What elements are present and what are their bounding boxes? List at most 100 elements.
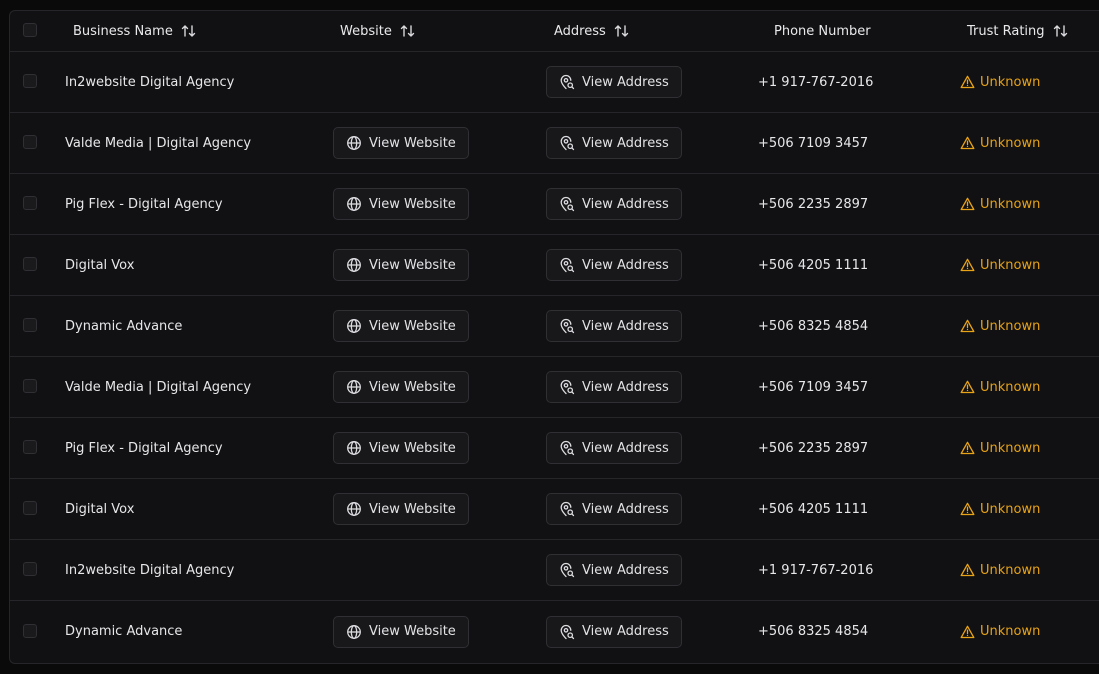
view-website-button[interactable]: View Website xyxy=(333,188,469,220)
row-checkbox[interactable] xyxy=(23,74,37,88)
sort-arrows-icon[interactable] xyxy=(400,24,416,38)
view-website-label: View Website xyxy=(369,379,456,395)
view-website-button[interactable]: View Website xyxy=(333,371,469,403)
row-checkbox[interactable] xyxy=(23,623,37,638)
phone-cell: +506 7109 3457 xyxy=(758,113,868,173)
trust-rating-label: Unknown xyxy=(980,135,1041,151)
map-pin-search-icon xyxy=(559,440,575,456)
business-name-cell: Valde Media | Digital Agency xyxy=(65,113,251,173)
business-name-cell: In2website Digital Agency xyxy=(65,540,234,600)
view-address-button[interactable]: View Address xyxy=(546,493,682,525)
trust-rating-cell: Unknown xyxy=(960,113,1040,173)
trust-rating-cell: Unknown xyxy=(960,52,1040,112)
business-name: Valde Media | Digital Agency xyxy=(65,379,252,395)
row-checkbox[interactable] xyxy=(23,562,37,576)
column-header-website[interactable]: Website xyxy=(340,11,416,51)
view-address-button[interactable]: View Address xyxy=(546,310,682,342)
view-address-label: View Address xyxy=(582,196,669,212)
trust-rating-badge: Unknown xyxy=(960,258,1040,273)
globe-icon xyxy=(346,257,362,273)
row-checkbox[interactable] xyxy=(23,440,37,454)
view-address-button[interactable]: View Address xyxy=(546,432,682,464)
column-header-trust-rating[interactable]: Trust Rating xyxy=(967,11,1069,51)
globe-icon xyxy=(346,501,362,517)
map-pin-search-icon xyxy=(559,74,575,90)
table-row: Dynamic Advance View Website View Addres… xyxy=(10,296,1099,357)
view-website-button[interactable]: View Website xyxy=(333,249,469,281)
trust-rating-label: Unknown xyxy=(980,379,1041,395)
view-address-button[interactable]: View Address xyxy=(546,554,682,586)
trust-rating-badge: Unknown xyxy=(960,563,1040,578)
column-header-address[interactable]: Address xyxy=(554,11,630,51)
globe-icon xyxy=(346,624,362,640)
column-header-business-name[interactable]: Business Name xyxy=(73,11,197,51)
business-name: In2website Digital Agency xyxy=(65,562,235,578)
table-row: In2website Digital Agency View Address +… xyxy=(10,540,1099,601)
business-name: Dynamic Advance xyxy=(65,624,183,639)
table-row: Digital Vox View Website View Address +5… xyxy=(10,235,1099,296)
business-name: Pig Flex - Digital Agency xyxy=(65,440,223,456)
row-checkbox[interactable] xyxy=(23,501,37,515)
sort-arrows-icon[interactable] xyxy=(614,24,630,38)
view-address-label: View Address xyxy=(582,501,669,517)
view-website-button[interactable]: View Website xyxy=(333,310,469,342)
view-website-button[interactable]: View Website xyxy=(333,615,469,648)
view-address-button[interactable]: View Address xyxy=(546,615,682,648)
trust-rating-cell: Unknown xyxy=(960,601,1040,662)
address-cell: View Address xyxy=(546,540,682,600)
website-cell: View Website xyxy=(333,174,469,234)
globe-icon xyxy=(346,196,362,212)
row-checkbox[interactable] xyxy=(23,318,37,332)
sort-arrows-icon[interactable] xyxy=(181,24,197,38)
select-all-checkbox[interactable] xyxy=(23,23,37,37)
business-name-cell: Dynamic Advance xyxy=(65,601,182,662)
trust-rating-badge: Unknown xyxy=(960,502,1040,517)
map-pin-search-icon xyxy=(559,257,575,273)
view-address-button[interactable]: View Address xyxy=(546,188,682,220)
view-website-button[interactable]: View Website xyxy=(333,127,469,159)
view-website-button[interactable]: View Website xyxy=(333,493,469,525)
trust-rating-cell: Unknown xyxy=(960,296,1040,356)
table-row: In2website Digital Agency View Address +… xyxy=(10,52,1099,113)
warning-triangle-icon xyxy=(960,319,975,333)
trust-rating-badge: Unknown xyxy=(960,624,1040,639)
view-website-label: View Website xyxy=(369,318,456,334)
table-body: In2website Digital Agency View Address +… xyxy=(10,52,1099,662)
trust-rating-label: Unknown xyxy=(980,318,1041,334)
phone-cell: +506 2235 2897 xyxy=(758,174,868,234)
row-checkbox[interactable] xyxy=(23,257,37,271)
row-checkbox[interactable] xyxy=(23,196,37,210)
column-label: Business Name xyxy=(73,23,173,39)
map-pin-search-icon xyxy=(559,379,575,395)
view-address-button[interactable]: View Address xyxy=(546,127,682,159)
view-website-label: View Website xyxy=(369,257,456,273)
trust-rating-label: Unknown xyxy=(980,196,1041,212)
warning-triangle-icon xyxy=(960,197,975,211)
phone-number: +506 7109 3457 xyxy=(758,379,869,395)
address-cell: View Address xyxy=(546,113,682,173)
map-pin-search-icon xyxy=(559,501,575,517)
table-row: Valde Media | Digital Agency View Websit… xyxy=(10,357,1099,418)
phone-number: +506 2235 2897 xyxy=(758,440,869,456)
view-website-label: View Website xyxy=(369,440,456,456)
view-address-label: View Address xyxy=(582,562,669,578)
address-cell: View Address xyxy=(546,235,682,295)
phone-number: +506 4205 1111 xyxy=(758,257,869,273)
phone-number: +1 917-767-2016 xyxy=(758,74,874,90)
row-checkbox[interactable] xyxy=(23,135,37,149)
view-website-button[interactable]: View Website xyxy=(333,432,469,464)
sort-arrows-icon[interactable] xyxy=(1053,24,1069,38)
view-address-button[interactable]: View Address xyxy=(546,249,682,281)
view-address-label: View Address xyxy=(582,440,669,456)
table-row: Pig Flex - Digital Agency View Website V… xyxy=(10,418,1099,479)
view-address-button[interactable]: View Address xyxy=(546,66,682,98)
trust-rating-badge: Unknown xyxy=(960,75,1040,90)
phone-number: +1 917-767-2016 xyxy=(758,562,874,578)
view-address-button[interactable]: View Address xyxy=(546,371,682,403)
trust-rating-badge: Unknown xyxy=(960,319,1040,334)
business-table: Business Name Website Address Phone Numb… xyxy=(9,10,1099,664)
business-name: In2website Digital Agency xyxy=(65,74,235,90)
row-checkbox[interactable] xyxy=(23,379,37,393)
address-cell: View Address xyxy=(546,174,682,234)
globe-icon xyxy=(346,135,362,151)
